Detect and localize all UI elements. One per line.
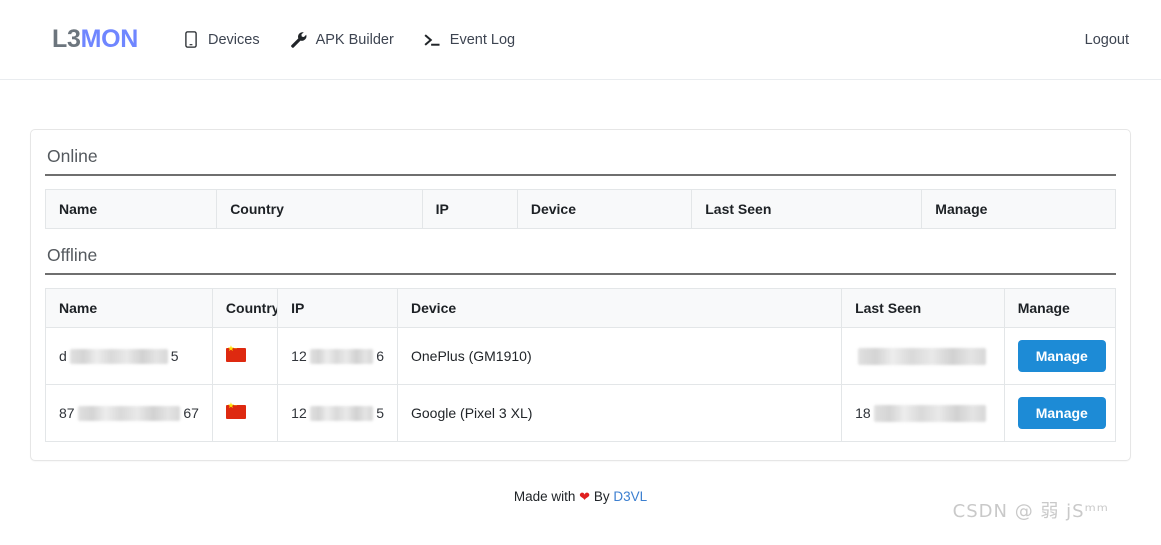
- redacted-last-seen: [873, 404, 986, 422]
- cell-manage: Manage: [1003, 384, 1117, 442]
- device-name-suffix: 5: [170, 348, 179, 364]
- nav-links: Devices APK Builder Event Log: [182, 31, 515, 48]
- nav-item-devices-label: Devices: [208, 31, 260, 48]
- wrench-icon: [290, 31, 307, 48]
- online-col-country: Country: [216, 189, 423, 229]
- page-footer: Made with ❤ By D3VL CSDN @ 弱 jSᵐᵐ: [30, 489, 1131, 522]
- manage-button[interactable]: Manage: [1017, 397, 1106, 429]
- footer-author-link[interactable]: D3VL: [613, 489, 647, 504]
- terminal-prompt-icon: [424, 31, 441, 48]
- nav-item-devices[interactable]: Devices: [182, 31, 260, 48]
- offline-table-header-row: Name Country IP Device Last Seen Manage: [45, 288, 1117, 328]
- online-col-device: Device: [516, 189, 693, 229]
- manage-button[interactable]: Manage: [1017, 340, 1106, 372]
- heart-icon: ❤: [579, 489, 591, 504]
- redacted-last-seen: [858, 347, 987, 365]
- last-seen-prefix: 18: [855, 405, 871, 421]
- cell-name: d 5: [45, 327, 213, 385]
- redacted-ip: [309, 348, 374, 364]
- nav-item-event-log-label: Event Log: [449, 31, 516, 48]
- offline-devices-table: Name Country IP Device Last Seen Manage …: [45, 288, 1117, 442]
- offline-section-title: Offline: [45, 245, 1116, 275]
- footer-made-with: Made with: [513, 489, 576, 504]
- offline-col-lastseen: Last Seen: [841, 288, 1005, 328]
- cn-flag-icon: [225, 402, 246, 419]
- device-name-prefix: 87: [59, 405, 75, 421]
- cell-last-seen: 18: [841, 384, 1005, 442]
- footer-by: By: [593, 489, 610, 504]
- offline-col-name: Name: [45, 288, 213, 328]
- redacted-name: [77, 405, 181, 421]
- app-logo[interactable]: L3MON: [52, 25, 138, 54]
- cell-country: [211, 384, 279, 442]
- online-col-name: Name: [44, 189, 218, 229]
- page-content: Online Name Country IP Device Last Seen …: [0, 80, 1161, 522]
- online-col-ip: IP: [421, 189, 518, 229]
- cell-last-seen: [841, 327, 1005, 385]
- online-section-title: Online: [45, 146, 1116, 176]
- cell-name: 87 67: [45, 384, 213, 442]
- cn-flag-icon: [225, 345, 246, 362]
- redacted-ip: [309, 405, 374, 421]
- offline-col-manage: Manage: [1003, 288, 1117, 328]
- device-name-suffix: 67: [183, 405, 199, 421]
- table-row[interactable]: d 5 12 6 On: [45, 327, 1117, 385]
- cell-ip: 12 6: [277, 327, 398, 385]
- table-row[interactable]: 87 67 12 5: [45, 384, 1117, 442]
- logout-link[interactable]: Logout: [1085, 32, 1129, 48]
- device-ip-prefix: 12: [291, 405, 307, 421]
- csdn-watermark: CSDN @ 弱 jSᵐᵐ: [952, 501, 1109, 522]
- offline-col-device: Device: [396, 288, 843, 328]
- online-table-header-row: Name Country IP Device Last Seen Manage: [44, 189, 1116, 229]
- logo-text-mon: MON: [80, 25, 139, 53]
- online-devices-table: Name Country IP Device Last Seen Manage: [44, 189, 1116, 229]
- device-name-prefix: d: [59, 348, 67, 364]
- cell-ip: 12 5: [277, 384, 398, 442]
- device-ip-suffix: 6: [376, 348, 384, 364]
- device-ip-prefix: 12: [291, 348, 307, 364]
- nav-item-event-log[interactable]: Event Log: [424, 31, 515, 48]
- nav-item-apk-builder[interactable]: APK Builder: [290, 31, 394, 48]
- online-col-manage: Manage: [921, 189, 1116, 229]
- online-col-lastseen: Last Seen: [691, 189, 923, 229]
- offline-col-country: Country: [211, 288, 279, 328]
- cell-device: Google (Pixel 3 XL): [396, 384, 843, 442]
- device-ip-suffix: 5: [376, 405, 384, 421]
- cell-device: OnePlus (GM1910): [396, 327, 843, 385]
- offline-col-ip: IP: [277, 288, 398, 328]
- logo-text-l3: L3: [52, 25, 81, 53]
- redacted-name: [69, 348, 168, 364]
- top-navbar: L3MON Devices APK Builder Event Log Logo…: [0, 0, 1161, 80]
- devices-card: Online Name Country IP Device Last Seen …: [30, 129, 1131, 461]
- cell-country: [211, 327, 279, 385]
- nav-item-apk-builder-label: APK Builder: [315, 31, 394, 48]
- mobile-phone-icon: [182, 31, 199, 48]
- offline-table-body: d 5 12 6 On: [45, 327, 1117, 442]
- cell-manage: Manage: [1003, 327, 1117, 385]
